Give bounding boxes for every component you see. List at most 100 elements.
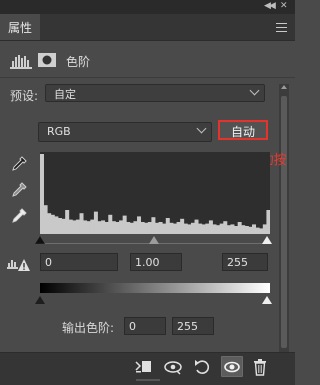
visibility-eye-icon[interactable] — [222, 358, 242, 376]
histogram-bar — [57, 218, 62, 234]
adjustment-header: 色阶 — [0, 41, 295, 78]
reset-icon[interactable] — [192, 358, 212, 376]
histogram-bar — [47, 213, 52, 234]
histogram-bar — [72, 220, 77, 234]
input-gamma-field[interactable]: 1.00 — [130, 253, 182, 271]
histogram-bar — [230, 224, 235, 234]
scrollbar-thumb[interactable] — [281, 96, 287, 348]
histogram-bar — [122, 215, 127, 234]
histogram-bar — [40, 154, 44, 234]
histogram-bar — [223, 221, 228, 234]
histogram-bar — [151, 217, 156, 234]
input-black-slider-handle[interactable] — [35, 236, 45, 244]
histogram-bar — [111, 221, 116, 234]
histogram-bar — [208, 220, 213, 234]
histogram-bar — [165, 218, 170, 234]
levels-histogram — [40, 152, 270, 234]
histogram-bar — [133, 221, 138, 234]
panel-menu-icon[interactable] — [276, 23, 287, 32]
histogram-bar — [252, 224, 257, 234]
histogram-bar — [147, 222, 152, 234]
chevron-down-icon — [196, 123, 207, 134]
histogram-bar — [219, 223, 224, 234]
output-gradient-bar — [40, 283, 270, 293]
histogram-bar — [241, 225, 246, 234]
preset-label: 预设: — [10, 89, 39, 103]
black-point-eyedropper-icon[interactable] — [10, 155, 28, 173]
histogram-bar — [97, 221, 102, 234]
histogram-bar — [137, 216, 142, 234]
tab-properties-label: 属性 — [8, 21, 33, 35]
histogram-bar — [201, 224, 206, 234]
output-white-slider-handle[interactable] — [262, 296, 272, 304]
clipping-warning-icon[interactable] — [7, 258, 31, 272]
histogram-bar — [144, 222, 149, 234]
channel-dropdown[interactable]: RGB — [38, 122, 212, 142]
histogram-bar — [266, 210, 270, 234]
histogram-bar — [129, 222, 134, 234]
histogram-bar — [255, 227, 260, 234]
white-point-eyedropper-icon[interactable] — [10, 207, 28, 225]
histogram-bar — [79, 213, 84, 234]
scroll-up-arrow-icon[interactable] — [281, 85, 287, 89]
histogram-bar — [234, 226, 239, 234]
histogram-bar — [248, 226, 253, 234]
histogram-bar — [216, 225, 221, 234]
histogram-bar — [198, 223, 203, 234]
histogram-bar — [104, 222, 109, 234]
histogram-bar — [155, 222, 159, 234]
histogram-bar — [65, 210, 70, 234]
preset-value: 自定 — [54, 88, 76, 101]
close-icon[interactable]: ✕ — [280, 1, 288, 11]
histogram-bar — [126, 222, 131, 234]
histogram-bar — [75, 219, 80, 234]
histogram-bar — [237, 222, 242, 234]
panel-tab-bar: 属性 — [0, 14, 295, 41]
histogram-bar — [108, 214, 113, 234]
histogram-bar — [158, 222, 163, 234]
clip-to-layer-icon[interactable] — [134, 358, 154, 376]
histogram-bar — [115, 222, 120, 234]
histogram-bar — [226, 225, 231, 234]
histogram-bar — [180, 218, 185, 234]
preset-dropdown[interactable]: 自定 — [45, 84, 265, 102]
input-white-field[interactable]: 255 — [222, 253, 268, 271]
output-black-field[interactable]: 0 — [124, 317, 166, 335]
histogram-bar — [244, 226, 249, 234]
histogram-bar — [169, 222, 174, 234]
auto-button[interactable]: 自动 — [218, 120, 268, 140]
output-white-field[interactable]: 255 — [172, 317, 214, 335]
gray-point-eyedropper-icon[interactable] — [10, 181, 28, 199]
output-levels-label: 输出色阶: — [62, 321, 115, 335]
chevron-down-icon — [249, 85, 260, 96]
histogram-bar — [86, 221, 91, 234]
input-gamma-slider-handle[interactable] — [149, 236, 159, 244]
histogram-bar — [172, 223, 177, 234]
histogram-bar — [162, 223, 167, 234]
view-previous-state-icon[interactable] — [163, 358, 183, 376]
collapse-icon[interactable]: ◀◀ — [264, 1, 276, 11]
histogram-bar — [187, 224, 192, 234]
histogram-bar — [190, 222, 195, 234]
channel-value: RGB — [47, 125, 71, 138]
tab-properties[interactable]: 属性 — [0, 14, 40, 40]
output-black-slider-handle[interactable] — [35, 296, 45, 304]
histogram-bar — [183, 223, 188, 234]
input-white-slider-handle[interactable] — [262, 236, 272, 244]
histogram-bar — [101, 220, 106, 234]
histogram-bar — [83, 220, 88, 234]
histogram-bar — [205, 223, 210, 234]
panel-top-strip: ◀◀ ✕ — [0, 0, 295, 14]
histogram-bar — [43, 205, 48, 234]
histogram-bar — [259, 228, 264, 234]
histogram-bar — [54, 216, 59, 234]
histogram-bar — [119, 220, 124, 234]
panel-resize-grip[interactable] — [136, 379, 160, 381]
histogram-bar — [61, 218, 66, 234]
histogram-bar — [176, 222, 181, 234]
levels-adjustment-icon[interactable] — [10, 53, 32, 69]
layer-mask-icon[interactable] — [38, 53, 56, 67]
trash-icon[interactable] — [250, 358, 270, 376]
input-black-field[interactable]: 0 — [40, 253, 118, 271]
histogram-bar — [140, 222, 145, 234]
